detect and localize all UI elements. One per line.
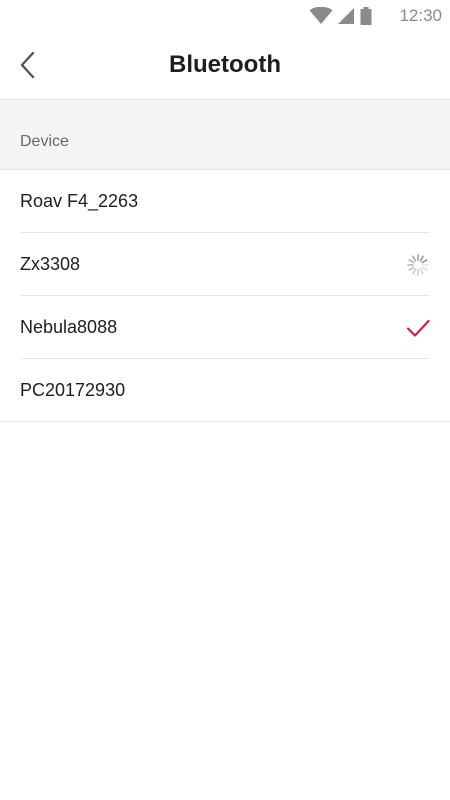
device-item-nebula8088[interactable]: Nebula8088 <box>0 296 450 359</box>
device-name: Zx3308 <box>20 254 81 274</box>
spinner-spoke <box>419 268 424 275</box>
spinner-spoke <box>412 255 417 262</box>
status-time: 12:30 <box>399 6 442 25</box>
section-header: Device <box>0 100 450 170</box>
spinner-spoke <box>421 266 428 271</box>
wifi-icon <box>309 7 333 25</box>
device-item-pc20172930[interactable]: PC20172930 <box>0 359 450 422</box>
device-list: Roav F4_2263 Zx3308 Nebula8088 PC2017293… <box>0 170 450 422</box>
device-item-roav-f4-2263[interactable]: Roav F4_2263 <box>0 170 450 233</box>
device-name: Roav F4_2263 <box>20 191 139 211</box>
cell-signal-icon <box>337 7 355 25</box>
device-name: Nebula8088 <box>20 317 118 337</box>
status-bar: 12:30 <box>0 0 450 32</box>
status-icons <box>309 7 372 25</box>
spinner-spoke <box>412 268 417 275</box>
spinner-icon <box>406 253 430 277</box>
spinner-spoke <box>408 259 415 264</box>
spinner-spoke <box>419 255 424 262</box>
device-name: PC20172930 <box>20 380 126 400</box>
checkmark-icon <box>406 316 430 340</box>
battery-icon <box>360 7 372 25</box>
app-header: Bluetooth <box>0 32 450 100</box>
spinner-spoke <box>421 259 428 264</box>
page-title: Bluetooth <box>169 51 281 78</box>
spinner-spoke <box>408 266 415 271</box>
device-item-zx3308[interactable]: Zx3308 <box>0 233 450 296</box>
